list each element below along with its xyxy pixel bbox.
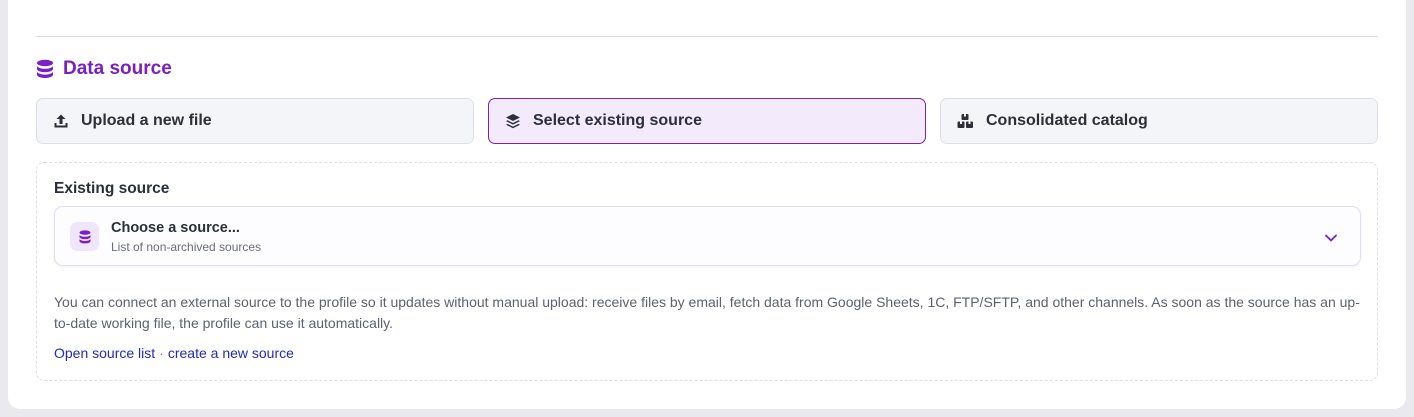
source-select[interactable]: Choose a source... List of non-archived … <box>54 206 1361 266</box>
tab-upload-new-file[interactable]: Upload a new file <box>36 98 474 144</box>
section-title: Data source <box>63 58 172 79</box>
tab-consolidated-catalog[interactable]: Consolidated catalog <box>940 98 1378 144</box>
source-select-value: Choose a source... <box>111 220 240 236</box>
tab-label: Consolidated catalog <box>986 112 1148 129</box>
section-header: Data source <box>36 58 172 80</box>
existing-source-panel: Existing source Choose a source... List … <box>36 162 1378 381</box>
existing-source-label: Existing source <box>54 180 170 197</box>
source-select-hint: List of non-archived sources <box>111 240 262 254</box>
tab-label: Upload a new file <box>81 112 212 129</box>
link-separator: · <box>159 345 164 361</box>
open-source-list-link[interactable]: Open source list <box>54 345 155 361</box>
chevron-down-icon <box>1324 230 1338 248</box>
boxes-icon <box>957 113 974 129</box>
section-divider <box>36 36 1378 37</box>
data-source-card: Data source Upload a new file Select exi… <box>8 0 1406 409</box>
tab-select-existing-source[interactable]: Select existing source <box>488 98 926 144</box>
tab-label: Select existing source <box>533 112 702 129</box>
source-links: Open source list · create a new source <box>54 345 294 361</box>
database-icon <box>36 59 54 79</box>
create-new-source-link[interactable]: create a new source <box>168 345 294 361</box>
layers-icon <box>505 113 521 129</box>
upload-icon <box>53 113 69 129</box>
help-text: You can connect an external source to th… <box>54 294 1360 331</box>
source-mode-tabs: Upload a new file Select existing source <box>36 98 1378 144</box>
database-icon <box>70 222 99 251</box>
